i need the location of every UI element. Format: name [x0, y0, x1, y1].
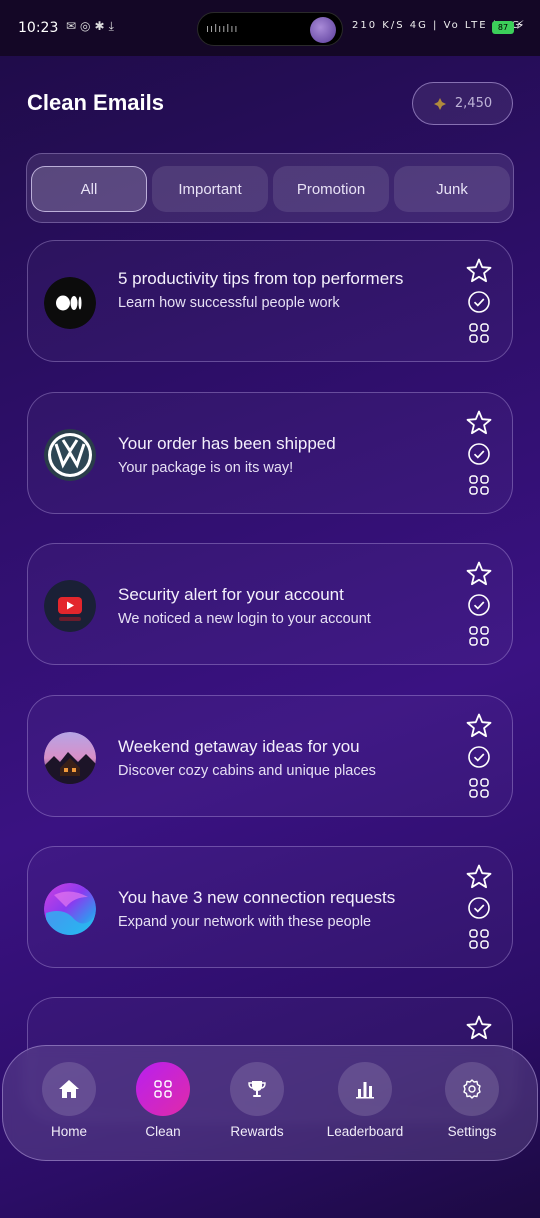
star-icon[interactable] [465, 257, 493, 285]
email-title: 5 productivity tips from top performers [118, 269, 404, 288]
nav-clean-button[interactable] [136, 1062, 190, 1116]
star-icon[interactable] [465, 712, 493, 740]
nav-settings[interactable]: Settings [427, 1062, 517, 1139]
email-card[interactable]: You have 3 new connection requests Expan… [27, 846, 513, 968]
gradient-orb-icon [44, 883, 96, 935]
grid-icon[interactable] [465, 925, 493, 953]
check-circle-icon[interactable] [465, 743, 493, 771]
cabin-photo-icon [44, 732, 96, 784]
email-subtitle: Your package is on its way! [118, 460, 294, 476]
grid-icon[interactable] [465, 471, 493, 499]
nav-rewards[interactable]: Rewards [212, 1062, 302, 1139]
battery-icon: 87 [492, 21, 514, 34]
tab-promotion[interactable]: Promotion [273, 166, 389, 212]
nav-label: Clean [145, 1124, 181, 1139]
nav-label: Home [50, 1124, 87, 1139]
media-avatar [310, 17, 336, 43]
bottom-nav: Home Clean Rewards Leaderboard Settings [2, 1045, 538, 1161]
email-actions [465, 257, 495, 350]
email-text: You have 3 new connection requests Expan… [118, 885, 458, 932]
nav-rewards-button[interactable] [230, 1062, 284, 1116]
status-bar: 10:23 ✉◎✱⤓ ıılıılıı 210 K/S 4G | Vo LTE … [0, 0, 540, 56]
nav-settings-button[interactable] [445, 1062, 499, 1116]
nav-label: Leaderboard [326, 1124, 404, 1139]
email-actions [465, 863, 495, 956]
trophy-icon [248, 1081, 266, 1097]
net-speed: 210 K/S [352, 20, 405, 31]
nav-home-button[interactable] [42, 1062, 96, 1116]
check-circle-icon[interactable] [465, 440, 493, 468]
email-text: Your order has been shipped Your package… [118, 431, 458, 478]
email-card[interactable]: Weekend getaway ideas for you Discover c… [27, 695, 513, 817]
star-icon[interactable] [465, 863, 493, 891]
volkswagen-logo-icon [44, 429, 96, 481]
grid-icon [154, 1080, 172, 1098]
email-actions [465, 712, 495, 805]
email-title: Your order has been shipped [118, 434, 336, 453]
star-icon[interactable] [465, 409, 493, 437]
email-actions [465, 560, 495, 653]
email-actions [465, 1014, 495, 1045]
page-title: Clean Emails [27, 90, 164, 115]
email-title: You have 3 new connection requests [118, 888, 396, 907]
nav-label: Rewards [230, 1124, 284, 1139]
notification-icons: ✉◎✱⤓ [66, 19, 118, 33]
tab-important[interactable]: Important [152, 166, 268, 212]
bar-chart-icon [356, 1082, 374, 1099]
email-subtitle: Expand your network with these people [118, 914, 372, 930]
email-card[interactable]: 5 productivity tips from top performers … [27, 240, 513, 362]
email-actions [465, 409, 495, 502]
home-icon [59, 1080, 79, 1098]
check-circle-icon[interactable] [465, 894, 493, 922]
check-circle-icon[interactable] [465, 591, 493, 619]
email-card[interactable]: Security alert for your account We notic… [27, 543, 513, 665]
filter-tabs: All Important Promotion Junk [26, 153, 514, 223]
email-subtitle: Learn how successful people work [118, 295, 340, 311]
nav-home[interactable]: Home [24, 1062, 114, 1139]
email-card[interactable]: Your order has been shipped Your package… [27, 392, 513, 514]
grid-icon[interactable] [465, 622, 493, 650]
email-text: 5 productivity tips from top performers … [118, 266, 458, 313]
star-icon[interactable] [465, 1014, 493, 1042]
grid-icon[interactable] [465, 774, 493, 802]
gear-icon [463, 1079, 481, 1099]
nav-leaderboard[interactable]: Leaderboard [319, 1062, 411, 1139]
email-text: Weekend getaway ideas for you Discover c… [118, 734, 458, 781]
audio-wave-icon: ıılıılıı [206, 22, 239, 35]
tab-junk[interactable]: Junk [394, 166, 510, 212]
points-badge[interactable]: 2,450 [412, 82, 513, 125]
nav-label: Settings [447, 1124, 497, 1139]
charging-icon: ⚡ [516, 18, 525, 32]
dynamic-island[interactable]: ıılıılıı [197, 12, 343, 46]
email-text: Security alert for your account We notic… [118, 582, 458, 629]
tab-all[interactable]: All [31, 166, 147, 212]
check-circle-icon[interactable] [465, 288, 493, 316]
email-subtitle: We noticed a new login to your account [118, 611, 371, 627]
nav-leaderboard-button[interactable] [338, 1062, 392, 1116]
youtube-logo-icon [44, 580, 96, 632]
status-time: 10:23 [18, 20, 59, 36]
email-title: Security alert for your account [118, 585, 344, 604]
medium-logo-icon [44, 277, 96, 329]
points-value: 2,450 [454, 96, 493, 111]
grid-icon[interactable] [465, 319, 493, 347]
nav-clean[interactable]: Clean [118, 1062, 208, 1139]
email-subtitle: Discover cozy cabins and unique places [118, 763, 376, 779]
diamond-points-icon [433, 97, 446, 110]
star-icon[interactable] [465, 560, 493, 588]
email-title: Weekend getaway ideas for you [118, 737, 360, 756]
